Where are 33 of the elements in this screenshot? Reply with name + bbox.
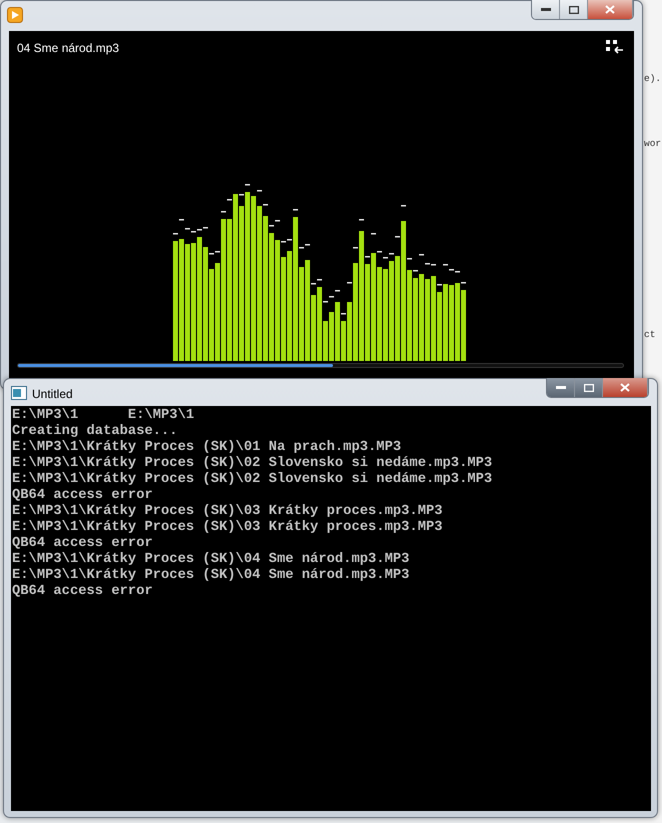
track-title: 04 Sme národ.mp3 xyxy=(17,40,120,57)
close-icon xyxy=(620,383,630,392)
text-fragment: ct xyxy=(644,328,656,342)
console-line: E:\MP3\1\Krátky Proces (SK)\02 Slovensko si nedáme.mp3.MP3 xyxy=(12,472,492,488)
seek-bar[interactable] xyxy=(17,363,624,368)
close-button[interactable] xyxy=(588,0,633,19)
text-fragment: wor xyxy=(644,137,662,151)
switch-view-icon xyxy=(606,40,623,54)
console-line: E:\MP3\1\Krátky Proces (SK)\01 Na prach.mp3.MP3 xyxy=(12,440,402,456)
close-icon xyxy=(605,5,615,14)
play-icon xyxy=(7,7,23,23)
maximize-icon xyxy=(568,6,578,14)
maximize-icon xyxy=(584,384,594,392)
minimize-icon xyxy=(556,386,566,390)
console-line: Creating database... xyxy=(12,424,178,440)
console-line: E:\MP3\1\Krátky Proces (SK)\03 Krátky proces.mp3.MP3 xyxy=(12,504,443,520)
console-line: E:\MP3\1\Krátky Proces (SK)\02 Slovensko si nedáme.mp3.MP3 xyxy=(12,456,492,472)
maximize-button[interactable] xyxy=(560,0,588,19)
window-icon xyxy=(11,386,27,400)
text-fragment: e). xyxy=(644,72,662,86)
console-line: E:\MP3\1\Krátky Proces (SK)\04 Sme národ.mp3.MP3 xyxy=(12,552,410,568)
console-line: E:\MP3\1\Krátky Proces (SK)\03 Krátky proces.mp3.MP3 xyxy=(12,520,443,536)
window-title: Untitled xyxy=(32,386,73,403)
maximize-button[interactable] xyxy=(575,378,603,397)
minimize-button[interactable] xyxy=(532,0,560,19)
console-line: E:\MP3\1 E:\MP3\1 xyxy=(12,408,194,424)
console-line: QB64 access error xyxy=(12,488,153,504)
console-line: QB64 access error xyxy=(12,536,153,552)
console-line: QB64 access error xyxy=(12,584,153,600)
minimize-button[interactable] xyxy=(547,378,575,397)
close-button[interactable] xyxy=(603,378,648,397)
minimize-icon xyxy=(540,8,550,12)
console-line: E:\MP3\1\Krátky Proces (SK)\04 Sme národ.mp3.MP3 xyxy=(12,568,410,584)
